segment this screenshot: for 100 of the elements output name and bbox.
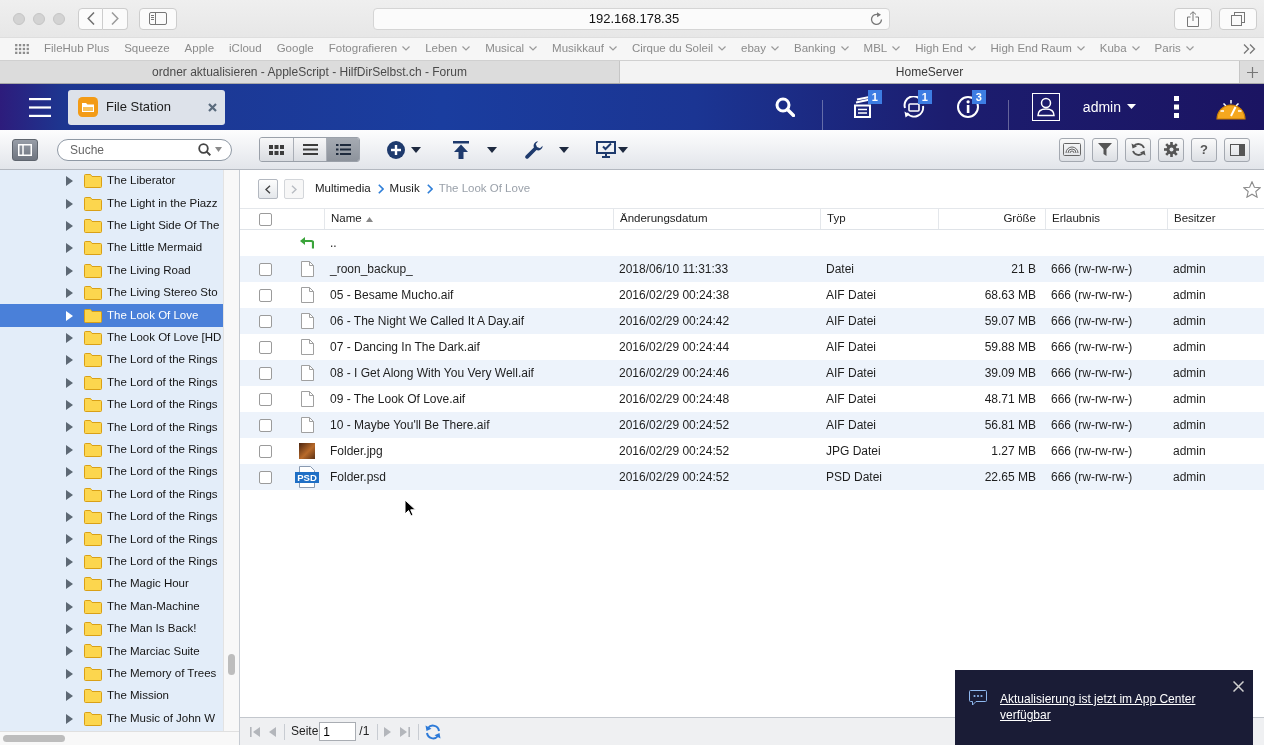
row-checkbox[interactable] [258, 262, 272, 276]
expand-arrow-icon[interactable] [66, 691, 73, 702]
expand-arrow-icon[interactable] [66, 444, 73, 455]
column-header[interactable]: Name [324, 209, 613, 229]
expand-arrow-icon[interactable] [66, 512, 73, 523]
column-header[interactable]: Erlaubnis [1045, 209, 1167, 229]
sidebar-toggle-button[interactable] [12, 138, 38, 161]
caret-down-icon[interactable] [411, 146, 421, 153]
expand-arrow-icon[interactable] [66, 601, 73, 612]
expand-arrow-icon[interactable] [66, 176, 73, 187]
search-field[interactable]: Suche [57, 138, 232, 161]
folder-tree-item[interactable]: The Look Of Love [HD [0, 326, 223, 350]
monitor-icon[interactable] [596, 141, 616, 158]
expand-arrow-icon[interactable] [66, 646, 73, 657]
select-all-checkbox[interactable] [258, 212, 272, 226]
sidebar-button[interactable] [139, 7, 177, 30]
file-row[interactable]: 10 - Maybe You'll Be There.aif 2016/02/29 00:24:52 AIF Datei 56.81 MB 666 (rw-rw-rw-) admin [240, 412, 1264, 438]
row-checkbox[interactable] [258, 340, 272, 354]
expand-arrow-icon[interactable] [66, 556, 73, 567]
search-icon[interactable] [774, 97, 795, 117]
expand-arrow-icon[interactable] [66, 220, 73, 231]
filter-button[interactable] [1092, 137, 1118, 162]
folder-tree-item[interactable]: The Lord of the Rings [0, 550, 223, 574]
breadcrumb-link[interactable]: Musik [389, 182, 420, 196]
scrollbar[interactable] [223, 170, 239, 731]
folder-tree-item[interactable]: The Liberator [0, 170, 223, 193]
folder-tree-item[interactable]: The Light Side Of The [0, 214, 223, 238]
expand-arrow-icon[interactable] [66, 489, 73, 500]
refresh-button[interactable] [1125, 137, 1151, 162]
folder-tree-item[interactable]: The Lord of the Rings [0, 349, 223, 372]
expand-arrow-icon[interactable] [66, 467, 73, 478]
tabs-button[interactable] [1219, 7, 1257, 30]
sort-ascending-icon[interactable] [365, 216, 373, 222]
expand-arrow-icon[interactable] [66, 579, 73, 590]
folder-tree-item[interactable]: The Living Road [0, 259, 223, 282]
column-header[interactable]: Typ [820, 209, 938, 229]
row-checkbox[interactable] [258, 314, 272, 328]
folder-tree-item[interactable]: The Man-Machine [0, 595, 223, 618]
file-row[interactable]: 08 - I Get Along With You Very Well.aif 2016/02/29 00:24:46 AIF Datei 39.09 MB 666 (rw-rw-rw-) admin [240, 360, 1264, 386]
folder-tree-item[interactable]: The Lord of the Rings [0, 416, 223, 439]
expand-arrow-icon[interactable] [66, 713, 73, 724]
column-header[interactable]: Änderungsdatum [613, 209, 820, 229]
address-field[interactable]: 192.168.178.35 [373, 7, 890, 30]
return-arrow-icon[interactable] [300, 237, 314, 249]
share-button[interactable] [1174, 7, 1212, 30]
file-row[interactable]: PSD Folder.psd 2016/02/29 00:24:52 PSD Datei 22.65 MB 666 (rw-rw-rw-) admin [240, 464, 1264, 490]
expand-arrow-icon[interactable] [66, 668, 73, 679]
refresh-icon[interactable] [425, 723, 442, 740]
scrollbar-thumb[interactable] [228, 654, 235, 675]
scrollbar-thumb[interactable] [3, 735, 65, 742]
row-checkbox[interactable] [258, 366, 272, 380]
row-checkbox[interactable] [258, 418, 272, 432]
folder-tree-item[interactable]: The Music of John W [0, 707, 223, 730]
grid-view-button[interactable] [260, 138, 293, 161]
wrench-icon[interactable] [525, 140, 543, 159]
settings-button[interactable] [1158, 137, 1184, 162]
more-options-icon[interactable] [1174, 96, 1179, 118]
folder-tree-item[interactable]: The Light in the Piazz [0, 192, 223, 215]
expand-arrow-icon[interactable] [66, 198, 73, 209]
double-chevron-icon[interactable] [1243, 44, 1256, 54]
upload-icon[interactable] [453, 140, 469, 159]
detail-view-button[interactable] [326, 138, 359, 161]
expand-arrow-icon[interactable] [66, 288, 73, 299]
browser-tab[interactable]: HomeServer [620, 61, 1240, 83]
folder-tree-item[interactable]: The Little Mermaid [0, 237, 223, 260]
help-button[interactable]: ? [1191, 137, 1217, 162]
expand-arrow-icon[interactable] [66, 355, 73, 366]
folder-tree-item[interactable]: The Marciac Suite [0, 640, 223, 663]
caret-down-icon[interactable] [559, 146, 569, 153]
user-menu-button[interactable]: admin [1082, 98, 1136, 116]
breadcrumb-link[interactable]: Multimedia [315, 182, 371, 196]
expand-arrow-icon[interactable] [66, 332, 73, 343]
caret-down-icon[interactable] [618, 146, 628, 153]
user-icon[interactable] [1031, 93, 1060, 121]
expand-arrow-icon[interactable] [66, 534, 73, 545]
folder-tree-item[interactable]: The Lord of the Rings [0, 505, 223, 529]
cast-button[interactable] [1059, 137, 1085, 162]
column-header[interactable]: Größe [938, 209, 1045, 229]
search-icon[interactable] [198, 143, 211, 156]
row-checkbox[interactable] [258, 470, 272, 484]
app-tab[interactable]: File Station [68, 89, 225, 125]
folder-tree-item[interactable]: The Lord of the Rings [0, 438, 223, 462]
page-number-field[interactable]: 1 [319, 722, 357, 741]
list-view-button[interactable] [293, 138, 326, 161]
folder-tree-item[interactable]: The Memory of Trees [0, 662, 223, 685]
folder-tree-item[interactable]: The Magic Hour [0, 573, 223, 596]
folder-tree-item[interactable]: The Lord of the Rings [0, 371, 223, 394]
expand-arrow-icon[interactable] [66, 310, 73, 321]
row-checkbox[interactable] [258, 392, 272, 406]
folder-tree-item[interactable]: The Lord of the Rings [0, 528, 223, 551]
expand-arrow-icon[interactable] [66, 400, 73, 411]
caret-down-icon[interactable] [487, 146, 497, 153]
row-checkbox[interactable] [258, 288, 272, 302]
folder-tree-item[interactable]: The Lord of the Rings [0, 393, 223, 417]
folder-tree-item[interactable]: The Man Is Back! [0, 617, 223, 641]
caret-down-icon[interactable] [1127, 104, 1136, 110]
expand-arrow-icon[interactable] [66, 265, 73, 276]
reload-icon[interactable] [870, 11, 883, 26]
folder-tree-item[interactable]: The Lord of the Rings [0, 483, 223, 506]
folder-tree-item[interactable]: The Living Stereo Sto [0, 281, 223, 305]
